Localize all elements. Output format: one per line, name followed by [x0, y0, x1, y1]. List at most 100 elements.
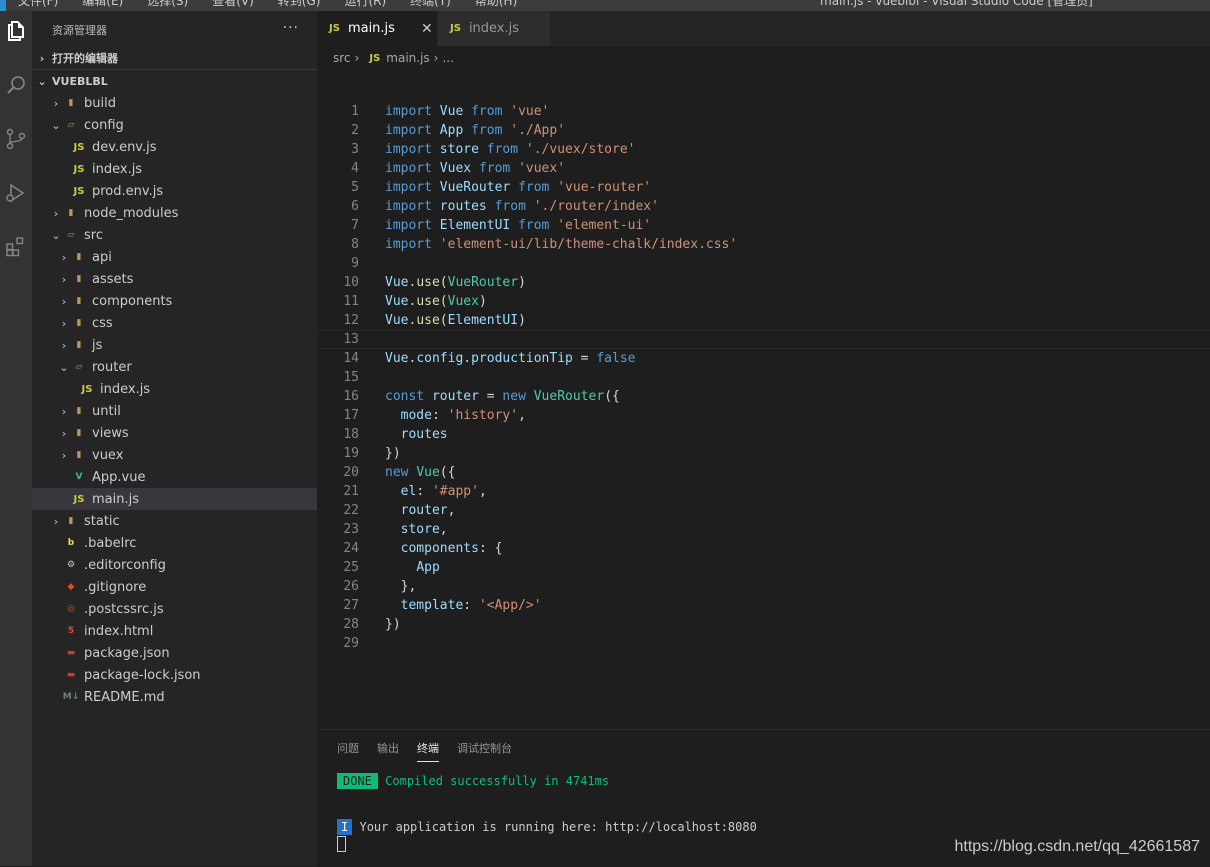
tree-item[interactable]: › ▮ components [32, 290, 317, 312]
code-token: ( [439, 294, 448, 309]
code-token: VueRouter [439, 180, 511, 195]
close-icon[interactable]: ✕ [421, 21, 433, 37]
tree-item[interactable]: ◎ .postcssrc.js [32, 598, 317, 620]
source-control-icon[interactable] [0, 119, 32, 159]
code-line: 11 Vue.use(Vuex) [317, 292, 1210, 311]
tree-item[interactable]: › ▮ build [32, 92, 317, 114]
tree-item[interactable]: ⌄ ▱ config [32, 114, 317, 136]
tree-item[interactable]: ▬ package-lock.json [32, 664, 317, 686]
code-line: 3 import store from './vuex/store' [317, 140, 1210, 159]
project-section[interactable]: ⌄ VUEBLBL [32, 69, 317, 92]
explorer-icon[interactable] [0, 11, 32, 51]
menu-item[interactable]: 选择(S) [147, 0, 188, 8]
chevron-down-icon: ⌄ [59, 360, 69, 374]
tree-item[interactable]: M↓ README.md [32, 686, 317, 708]
info-text: Your application is running here: http:/… [359, 820, 757, 834]
tree-item[interactable]: V App.vue [32, 466, 317, 488]
tree-item[interactable]: ⚙ .editorconfig [32, 554, 317, 576]
code-token: 'vue' [510, 104, 550, 119]
tree-item-label: node_modules [84, 205, 179, 221]
tree-item-label: components [92, 293, 173, 309]
breadcrumb-file[interactable]: main.js [386, 51, 429, 65]
panel-tab[interactable]: 调试控制台 [457, 735, 512, 761]
npm-file-icon: ▬ [66, 670, 76, 680]
folder-icon: ▮ [76, 318, 82, 328]
tree-item[interactable]: › ▮ api [32, 246, 317, 268]
code-text: new Vue({ [385, 463, 455, 482]
code-token: components [400, 541, 479, 556]
menu-item[interactable]: 转到(G) [278, 0, 321, 8]
git-file-icon: ◆ [67, 582, 75, 592]
tree-item[interactable]: b .babelrc [32, 532, 317, 554]
extensions-icon[interactable] [0, 226, 32, 266]
code-token: , [478, 484, 487, 499]
line-number: 19 [343, 446, 359, 461]
code-token: from [486, 142, 519, 157]
code-line: 19}) [317, 444, 1210, 463]
tree-item[interactable]: ◆ .gitignore [32, 576, 317, 598]
tree-item[interactable]: ▬ package.json [32, 642, 317, 664]
tree-item[interactable]: JS prod.env.js [32, 180, 317, 202]
code-token: , [439, 522, 448, 537]
menu-item[interactable]: 查看(V) [212, 0, 254, 8]
code-token: }, [385, 579, 417, 594]
code-token: = [478, 389, 503, 404]
tree-item[interactable]: JS dev.env.js [32, 136, 317, 158]
tree-item[interactable]: JS index.js [32, 158, 317, 180]
open-editors-section[interactable]: › 打开的编辑器 [32, 47, 317, 69]
tree-item[interactable]: › ▮ css [32, 312, 317, 334]
chevron-right-icon: › [61, 426, 67, 440]
tree-item[interactable]: JS main.js [32, 488, 317, 510]
tree-item-label: build [84, 95, 116, 111]
breadcrumb-src[interactable]: src [333, 51, 351, 65]
tree-item-label: views [92, 425, 129, 441]
menu-item[interactable]: 运行(R) [344, 0, 386, 8]
tree-item[interactable]: ⌄ ▱ router [32, 356, 317, 378]
editor-tab[interactable]: JS main.js ✕ [317, 11, 438, 46]
tree-item-label: dev.env.js [92, 139, 157, 155]
code-token: import [385, 161, 432, 176]
tree-item[interactable]: › ▮ until [32, 400, 317, 422]
menu-item[interactable]: 编辑(E) [82, 0, 123, 8]
run-debug-icon[interactable] [0, 173, 32, 213]
code-text: router, [385, 501, 456, 520]
more-actions-button[interactable]: ··· [283, 20, 299, 36]
menu-item[interactable]: 终端(T) [410, 0, 451, 8]
code-token: ) [478, 294, 487, 309]
tree-item[interactable]: JS index.js [32, 378, 317, 400]
panel-tab[interactable]: 输出 [377, 735, 399, 761]
tree-item-label: config [84, 117, 124, 133]
tree-item[interactable]: ⌄ ▱ src [32, 224, 317, 246]
menu-item[interactable]: 帮助(H) [475, 0, 517, 8]
tree-item-label: .postcssrc.js [84, 601, 164, 617]
watermark: https://blog.csdn.net/qq_42661587 [954, 838, 1200, 855]
code-text: import ElementUI from 'element-ui' [385, 216, 651, 235]
tree-item[interactable]: › ▮ js [32, 334, 317, 356]
code-text: components: { [385, 539, 503, 558]
tree-item[interactable]: › ▮ vuex [32, 444, 317, 466]
panel-tab[interactable]: 问题 [337, 735, 359, 761]
search-icon[interactable] [0, 66, 32, 106]
code-token: ({ [439, 465, 456, 480]
tree-item[interactable]: 5 index.html [32, 620, 317, 642]
code-token: new [502, 389, 526, 404]
menu-item[interactable]: 文件(F) [18, 0, 58, 8]
panel-tab[interactable]: 终端 [417, 735, 439, 762]
tree-item[interactable]: › ▮ views [32, 422, 317, 444]
tree-item[interactable]: › ▮ assets [32, 268, 317, 290]
code-token: false [596, 351, 636, 366]
breadcrumb-more[interactable]: ... [442, 51, 453, 65]
tree-item[interactable]: › ▮ node_modules [32, 202, 317, 224]
js-file-icon: JS [450, 23, 461, 34]
tree-item[interactable]: › ▮ static [32, 510, 317, 532]
tree-item-label: static [84, 513, 120, 529]
editor-tab[interactable]: JS index.js [438, 11, 551, 46]
menu-bar[interactable]: 文件(F) 编辑(E) 选择(S) 查看(V) 转到(G) 运行(R) 终端(T) 帮助(H) [18, 0, 541, 9]
chevron-right-icon: › [61, 404, 67, 418]
code-editor[interactable]: 1 import Vue from 'vue' 2 import App from '… [317, 102, 1210, 653]
